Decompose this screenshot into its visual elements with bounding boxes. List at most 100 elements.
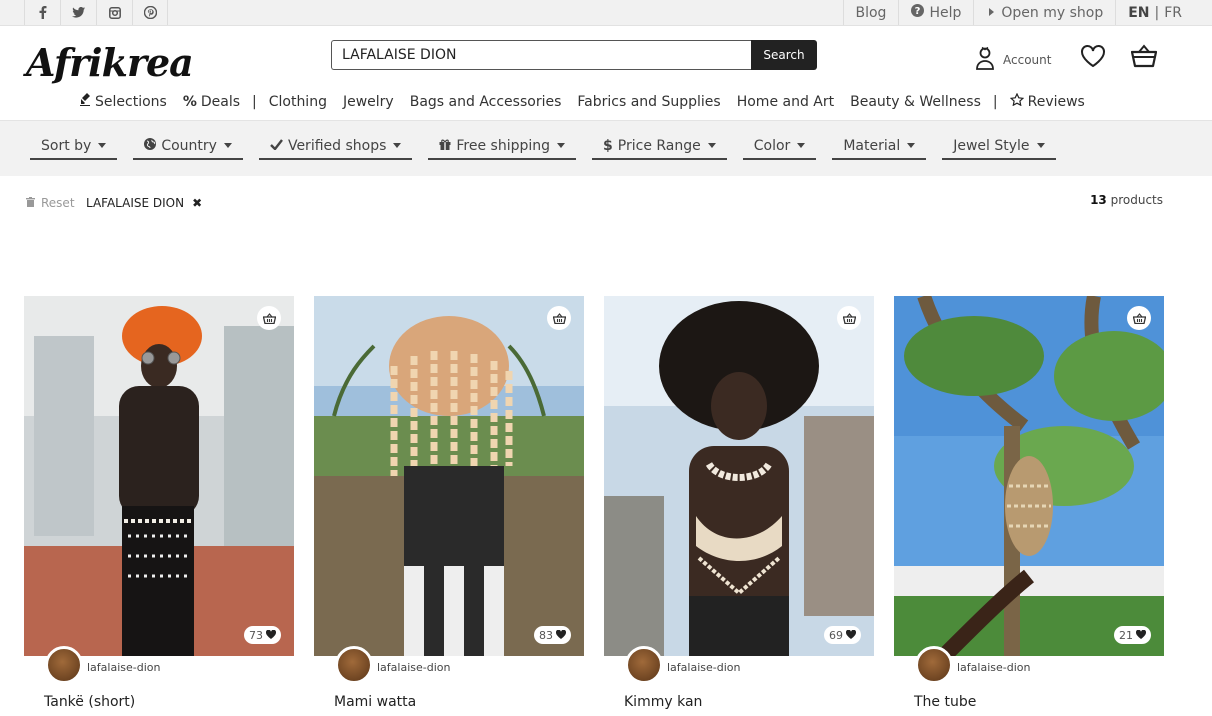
top-bar: Blog ? Help Open my shop EN | FR bbox=[0, 0, 1212, 26]
search-button[interactable]: Search bbox=[751, 40, 817, 70]
add-to-cart-basket-icon[interactable] bbox=[547, 306, 571, 330]
caret-right-icon bbox=[986, 5, 996, 21]
shop-avatar[interactable] bbox=[45, 646, 83, 684]
site-logo[interactable]: Afrikrea bbox=[26, 40, 194, 85]
nav-selections-label: Selections bbox=[95, 93, 167, 110]
search-input[interactable] bbox=[331, 40, 751, 70]
product-card[interactable]: 73 lafalaise-dion Tankë (short) bbox=[24, 296, 294, 710]
blog-link[interactable]: Blog bbox=[842, 0, 899, 25]
nav-deals-label: Deals bbox=[200, 93, 240, 110]
product-name[interactable]: Kimmy kan bbox=[624, 694, 874, 710]
shop-avatar[interactable] bbox=[625, 646, 663, 684]
question-icon: ? bbox=[911, 4, 925, 21]
trash-icon bbox=[26, 196, 35, 210]
shop-row: lafalaise-dion bbox=[314, 646, 584, 684]
nav-selections[interactable]: Selections bbox=[80, 93, 167, 110]
caret-down-icon bbox=[393, 143, 402, 148]
twitter-icon[interactable] bbox=[60, 0, 96, 25]
shop-name[interactable]: lafalaise-dion bbox=[87, 661, 160, 674]
globe-icon bbox=[144, 137, 157, 154]
product-count: 13 products bbox=[1090, 193, 1163, 207]
add-to-cart-basket-icon[interactable] bbox=[1127, 306, 1151, 330]
language-switch: EN | FR bbox=[1115, 0, 1212, 25]
nav-home-label: Home and Art bbox=[736, 93, 835, 110]
nav-bags[interactable]: Bags and Accessories bbox=[410, 94, 562, 110]
product-card[interactable]: 69 lafalaise-dion Kimmy kan bbox=[604, 296, 874, 710]
check-icon bbox=[270, 138, 283, 154]
filter-verified-shops[interactable]: Verified shops bbox=[258, 133, 413, 160]
product-name[interactable]: Tankë (short) bbox=[44, 694, 294, 710]
filter-bar: Sort by Country Verified shops Free ship… bbox=[0, 120, 1212, 176]
filter-sort-label: Sort by bbox=[41, 137, 92, 154]
caret-down-icon bbox=[98, 143, 107, 148]
instagram-icon[interactable] bbox=[96, 0, 132, 25]
nav-reviews[interactable]: Reviews bbox=[1009, 92, 1085, 110]
like-count-badge[interactable]: 21 bbox=[1114, 626, 1151, 644]
product-count-value: 13 bbox=[1090, 193, 1107, 207]
like-count: 83 bbox=[539, 628, 553, 642]
svg-text:?: ? bbox=[915, 6, 921, 17]
percent-icon: % bbox=[182, 93, 197, 110]
filter-price-label: Price Range bbox=[617, 137, 701, 154]
filter-sort-by[interactable]: Sort by bbox=[30, 133, 118, 160]
filter-free-shipping[interactable]: Free shipping bbox=[428, 133, 577, 160]
filter-country[interactable]: Country bbox=[133, 133, 243, 160]
remove-filter-close-icon[interactable]: ✖ bbox=[192, 196, 202, 210]
like-count: 21 bbox=[1119, 628, 1133, 642]
nav-separator: | bbox=[252, 93, 257, 110]
product-count-label: products bbox=[1110, 193, 1163, 207]
product-card[interactable]: 83 lafalaise-dion Mami watta bbox=[314, 296, 584, 710]
top-links: Blog ? Help Open my shop EN | FR bbox=[842, 0, 1212, 25]
cart-basket-icon[interactable] bbox=[1130, 44, 1158, 72]
shop-name[interactable]: lafalaise-dion bbox=[667, 661, 740, 674]
like-count-badge[interactable]: 69 bbox=[824, 626, 861, 644]
wishlist-heart-icon[interactable] bbox=[1080, 44, 1106, 72]
nav-deals[interactable]: % Deals bbox=[183, 94, 240, 110]
product-name[interactable]: Mami watta bbox=[334, 694, 584, 710]
star-icon bbox=[1009, 92, 1024, 110]
lang-fr[interactable]: FR bbox=[1164, 5, 1182, 21]
facebook-icon[interactable] bbox=[24, 0, 60, 25]
product-name[interactable]: The tube bbox=[914, 694, 1164, 710]
product-image[interactable]: 73 bbox=[24, 296, 294, 656]
main-nav: Selections % Deals | Clothing Jewelry Ba… bbox=[80, 92, 1101, 110]
product-image[interactable]: 21 bbox=[894, 296, 1164, 656]
lang-en[interactable]: EN bbox=[1128, 5, 1149, 21]
filter-color[interactable]: Color bbox=[742, 133, 817, 160]
shop-avatar[interactable] bbox=[335, 646, 373, 684]
nav-fabrics[interactable]: Fabrics and Supplies bbox=[577, 94, 720, 110]
reset-filters[interactable]: Reset bbox=[26, 196, 75, 210]
heart-icon bbox=[555, 629, 567, 642]
gift-icon bbox=[439, 138, 451, 154]
like-count-badge[interactable]: 83 bbox=[534, 626, 571, 644]
product-card[interactable]: 21 lafalaise-dion The tube bbox=[894, 296, 1164, 710]
shop-name[interactable]: lafalaise-dion bbox=[377, 661, 450, 674]
product-image[interactable]: 83 bbox=[314, 296, 584, 656]
pinterest-icon[interactable] bbox=[132, 0, 168, 25]
like-count-badge[interactable]: 73 bbox=[244, 626, 281, 644]
shop-name[interactable]: lafalaise-dion bbox=[957, 661, 1030, 674]
shop-row: lafalaise-dion bbox=[894, 646, 1164, 684]
open-shop-link[interactable]: Open my shop bbox=[973, 0, 1115, 25]
filter-material-label: Material bbox=[843, 137, 901, 154]
social-links bbox=[24, 0, 168, 25]
account-link[interactable]: Account bbox=[975, 46, 1051, 73]
like-count: 69 bbox=[829, 628, 843, 642]
add-to-cart-basket-icon[interactable] bbox=[257, 306, 281, 330]
filter-jewel-style[interactable]: Jewel Style bbox=[942, 133, 1056, 160]
product-image[interactable]: 69 bbox=[604, 296, 874, 656]
search-bar: Search bbox=[331, 40, 817, 70]
nav-home-art[interactable]: Home and Art bbox=[737, 94, 834, 110]
shop-row: lafalaise-dion bbox=[24, 646, 294, 684]
add-to-cart-basket-icon[interactable] bbox=[837, 306, 861, 330]
help-link[interactable]: ? Help bbox=[898, 0, 973, 25]
heart-icon bbox=[265, 629, 277, 642]
filter-country-label: Country bbox=[161, 137, 217, 154]
filter-verified-label: Verified shops bbox=[287, 137, 387, 154]
filter-price-range[interactable]: $ Price Range bbox=[592, 133, 727, 160]
shop-avatar[interactable] bbox=[915, 646, 953, 684]
filter-material[interactable]: Material bbox=[832, 133, 927, 160]
nav-jewelry[interactable]: Jewelry bbox=[343, 94, 394, 110]
nav-beauty[interactable]: Beauty & Wellness bbox=[850, 94, 981, 110]
nav-clothing[interactable]: Clothing bbox=[269, 94, 327, 110]
